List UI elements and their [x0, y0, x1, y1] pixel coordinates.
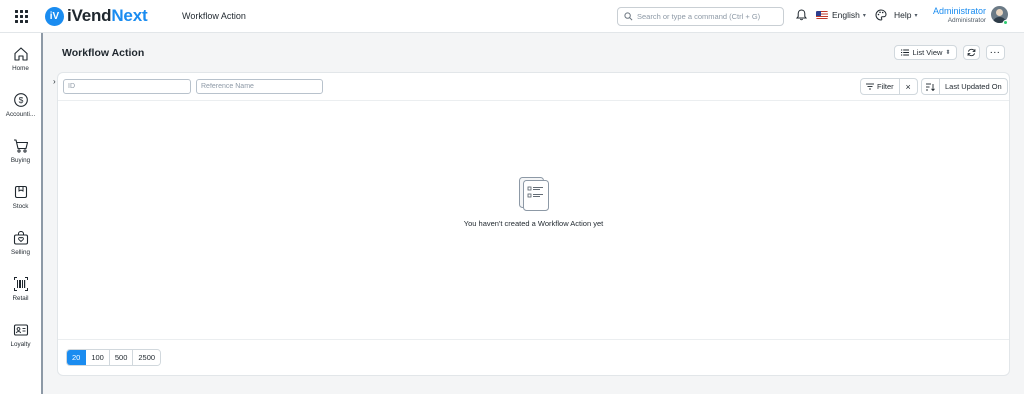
sort-by-button[interactable]: Last Updated On [940, 79, 1007, 94]
language-label: English [832, 10, 860, 20]
page-title: Workflow Action [62, 47, 145, 59]
help-menu[interactable]: Help ▾ [894, 10, 918, 20]
notification-bell-icon[interactable] [796, 9, 807, 23]
id-card-icon [13, 324, 28, 336]
box-icon [14, 185, 27, 199]
search-input[interactable] [637, 12, 777, 21]
clear-filter-close-icon[interactable]: × [900, 79, 917, 94]
sort-order-icon[interactable] [922, 79, 940, 94]
sidebar-item-stock[interactable]: Stock [0, 184, 41, 210]
home-icon [13, 47, 28, 61]
page-size-option-100[interactable]: 100 [86, 350, 110, 365]
bag-icon [13, 231, 28, 245]
sidebar-item-buying[interactable]: Buying [0, 138, 41, 164]
sidebar-item-label: Selling [11, 249, 30, 256]
sidebar-item-selling[interactable]: Selling [0, 230, 41, 256]
filter-icon [866, 83, 874, 90]
id-filter-input[interactable] [68, 83, 190, 90]
palette-icon[interactable] [875, 9, 887, 23]
filter-group: Filter × [860, 78, 918, 95]
id-filter-field[interactable] [63, 79, 191, 94]
sidebar-item-loyalty[interactable]: Loyalty [0, 322, 41, 348]
reference-name-filter-field[interactable] [196, 79, 323, 94]
filter-button[interactable]: Filter [861, 79, 900, 94]
language-selector[interactable]: English ▾ [816, 10, 866, 20]
cart-icon [13, 139, 28, 153]
chevron-down-icon: ▾ [914, 12, 918, 19]
divider [58, 339, 1009, 340]
sidebar: Home $ Accounti... Buying Stock Selling … [0, 33, 43, 394]
user-role: Administrator [947, 17, 986, 24]
reference-name-filter-input[interactable] [201, 83, 322, 90]
sidebar-item-home[interactable]: Home [0, 46, 41, 72]
user-info[interactable]: Administrator Administrator [933, 6, 986, 25]
page-size-option-20[interactable]: 20 [67, 350, 87, 365]
empty-list-icon [519, 177, 549, 211]
sidebar-toggle-chevron-icon[interactable]: › [53, 77, 56, 86]
sidebar-item-label: Loyalty [10, 341, 31, 348]
sidebar-item-label: Buying [10, 157, 31, 164]
brand-logo[interactable]: iV iVendNext [45, 6, 148, 26]
divider [58, 100, 1009, 101]
search-icon [624, 12, 633, 21]
list-view-button[interactable]: List View ⬍ [894, 45, 957, 60]
sidebar-item-accounting[interactable]: $ Accounti... [0, 92, 41, 118]
sidebar-item-retail[interactable]: Retail [0, 276, 41, 302]
refresh-icon [967, 48, 976, 57]
barcode-icon [13, 277, 28, 291]
svg-text:$: $ [18, 95, 23, 105]
chevron-updown-icon: ⬍ [945, 50, 951, 56]
sidebar-item-label: Stock [12, 203, 29, 210]
page-size-selector: 20 100 500 2500 [66, 349, 162, 366]
logo-mark: iV [45, 6, 64, 26]
logo-text: iVendNext [67, 6, 148, 26]
list-icon [900, 49, 909, 56]
logo-text-prefix: iVend [67, 6, 112, 25]
online-status-dot [1003, 20, 1008, 25]
user-name: Administrator [932, 6, 986, 16]
dollar-icon: $ [13, 93, 28, 107]
list-view-label: List View [912, 48, 943, 57]
logo-text-suffix: Next [111, 6, 148, 25]
navbar: iV iVendNext Workflow Action English ▾ H… [0, 0, 1024, 33]
sort-group: Last Updated On [921, 78, 1008, 95]
more-options-button[interactable]: ··· [986, 45, 1005, 60]
help-label: Help [894, 10, 912, 20]
list-panel: Filter × Last Updated On You haven't cre… [57, 72, 1010, 376]
search-bar[interactable] [617, 7, 784, 26]
chevron-down-icon: ▾ [862, 12, 866, 19]
empty-state-message: You haven't created a Workflow Action ye… [463, 219, 604, 228]
sidebar-item-label: Accounti... [5, 111, 36, 118]
page-size-option-500[interactable]: 500 [109, 350, 134, 365]
page-size-option-2500[interactable]: 2500 [133, 350, 161, 365]
us-flag-icon [816, 11, 828, 19]
filter-label: Filter [877, 82, 894, 91]
breadcrumb[interactable]: Workflow Action [182, 11, 246, 21]
apps-grid-icon[interactable] [15, 10, 28, 23]
sidebar-item-label: Home [12, 65, 29, 72]
sidebar-item-label: Retail [12, 295, 29, 302]
refresh-button[interactable] [963, 45, 980, 60]
